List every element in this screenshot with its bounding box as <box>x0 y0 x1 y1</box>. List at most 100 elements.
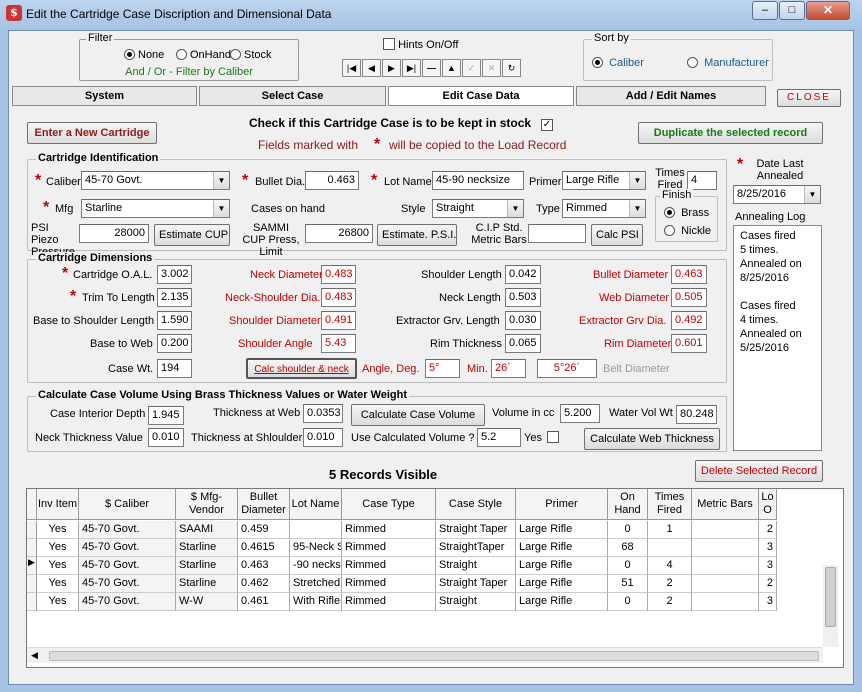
grid-cell-case-style[interactable]: Straight <box>436 557 516 575</box>
grid-cell-caliber[interactable]: 45-70 Govt. <box>79 521 176 539</box>
grid-cell-mfg-vendor[interactable]: Starline <box>176 575 238 593</box>
case-weight-input[interactable]: 194 <box>157 359 192 378</box>
filter-none-radio[interactable]: None <box>124 49 164 61</box>
annealing-log-memo[interactable]: Cases fired 5 times. Annealed on 8/25/2016 C… <box>733 225 822 451</box>
grid-cell-bullet-diameter[interactable]: 0.463 <box>238 557 290 575</box>
close-button[interactable]: CLOSE <box>777 89 841 107</box>
grid-cell-primer[interactable]: Large Rifle <box>516 539 608 557</box>
bullet-dia-input[interactable]: 0.463 <box>305 171 359 190</box>
grid-cell-primer[interactable]: Large Rifle <box>516 575 608 593</box>
grid-cell-on-hand[interactable]: 0 <box>608 521 648 539</box>
grid-cell-primer[interactable]: Large Rifle <box>516 521 608 539</box>
maximize-button[interactable]: □ <box>779 1 805 20</box>
date-annealed-select[interactable]: 8/25/2016 ▼ <box>733 185 821 204</box>
grid-header-case-type[interactable]: Case Type <box>342 489 436 520</box>
calc-shoulder-neck-button[interactable]: Calc shoulder & neck <box>246 358 357 379</box>
grid-cell-metric-bars[interactable] <box>692 557 759 575</box>
grid-cell-inv-item[interactable]: Yes <box>37 539 79 557</box>
grid-cell-case-type[interactable]: Rimmed <box>342 521 436 539</box>
angle-dms-input[interactable]: 5°26´ <box>537 359 597 378</box>
trim-length-input[interactable]: 2.135 <box>157 288 192 307</box>
vertical-scrollbar[interactable] <box>823 565 838 647</box>
vertical-scroll-thumb[interactable] <box>825 567 836 627</box>
grid-cell-case-style[interactable]: Straight <box>436 593 516 611</box>
row-indicator[interactable] <box>27 575 37 593</box>
use-calc-volume-checkbox[interactable] <box>547 431 559 444</box>
water-vol-wt-input[interactable]: 80.248 <box>676 405 717 424</box>
thickness-at-web-input[interactable]: 0.0353 <box>303 404 343 423</box>
first-record-button[interactable]: |◀ <box>342 59 361 77</box>
shoulder-angle-input[interactable]: 5.43 <box>321 334 356 353</box>
grid-cell-on-hand[interactable]: 0 <box>608 593 648 611</box>
grid-cell-lot-name[interactable]: With Rifle <box>290 593 342 611</box>
grid-cell-times-fired[interactable]: 4 <box>648 557 692 575</box>
grid-cell-on-hand[interactable]: 0 <box>608 557 648 575</box>
grid-header-bullet-diameter[interactable]: Bullet Diameter <box>238 489 290 520</box>
neck-shoulder-dia-input[interactable]: 0.483 <box>321 288 356 307</box>
grid-header-primer[interactable]: Primer <box>516 489 608 520</box>
last-record-button[interactable]: ▶| <box>402 59 421 77</box>
neck-thickness-input[interactable]: 0.010 <box>148 428 184 447</box>
times-fired-input[interactable]: 4 <box>687 171 717 190</box>
rim-thickness-input[interactable]: 0.065 <box>505 334 541 353</box>
type-select[interactable]: Rimmed ▼ <box>562 199 646 218</box>
refresh-icon[interactable]: ↻ <box>502 59 521 77</box>
grid-cell-lo[interactable]: 2 <box>759 575 777 593</box>
bullet-diameter-input[interactable]: 0.463 <box>671 265 707 284</box>
lot-name-input[interactable]: 45-90 necksize <box>432 171 524 190</box>
base-to-web-input[interactable]: 0.200 <box>157 334 192 353</box>
angle-deg-input[interactable]: 5° <box>425 359 460 378</box>
grid-cell-mfg-vendor[interactable]: Starline <box>176 539 238 557</box>
grid-cell-metric-bars[interactable] <box>692 521 759 539</box>
filter-onhand-radio[interactable]: OnHand <box>176 49 231 61</box>
finish-brass-radio[interactable]: Brass <box>664 207 709 219</box>
grid-cell-times-fired[interactable] <box>648 539 692 557</box>
horizontal-scrollbar[interactable]: ◀ <box>27 647 823 663</box>
mfg-select[interactable]: Starline ▼ <box>81 199 230 218</box>
thickness-shoulder-input[interactable]: 0.010 <box>303 428 343 447</box>
grid-cell-bullet-diameter[interactable]: 0.462 <box>238 575 290 593</box>
extractor-grv-dia-input[interactable]: 0.492 <box>671 311 707 330</box>
grid-cell-lo[interactable]: 3 <box>759 593 777 611</box>
grid-header-inv-item[interactable]: Inv Item <box>37 489 79 520</box>
grid-cell-mfg-vendor[interactable]: W-W <box>176 593 238 611</box>
grid-cell-lo[interactable]: 2 <box>759 521 777 539</box>
grid-cell-metric-bars[interactable] <box>692 593 759 611</box>
grid-cell-lo[interactable]: 3 <box>759 557 777 575</box>
grid-cell-inv-item[interactable]: Yes <box>37 593 79 611</box>
grid-header-lot-name[interactable]: Lot Name <box>290 489 342 520</box>
grid-cell-metric-bars[interactable] <box>692 575 759 593</box>
base-shoulder-length-input[interactable]: 1.590 <box>157 311 192 330</box>
grid-header-case-style[interactable]: Case Style <box>436 489 516 520</box>
shoulder-diameter-input[interactable]: 0.491 <box>321 311 356 330</box>
volume-cc-input[interactable]: 5.200 <box>560 404 600 423</box>
grid-cell-times-fired[interactable]: 1 <box>648 521 692 539</box>
grid-cell-bullet-diameter[interactable]: 0.461 <box>238 593 290 611</box>
grid-cell-case-type[interactable]: Rimmed <box>342 539 436 557</box>
grid-cell-case-style[interactable]: StraightTaper <box>436 539 516 557</box>
grid-cell-primer[interactable]: Large Rifle <box>516 593 608 611</box>
keep-in-stock-checkbox[interactable]: ✓ <box>541 116 553 131</box>
grid-cell-caliber[interactable]: 45-70 Govt. <box>79 557 176 575</box>
tab-add-edit-names[interactable]: Add / Edit Names <box>576 86 766 106</box>
grid-header-mfg-vendor[interactable]: $ Mfg-Vendor <box>176 489 238 520</box>
row-indicator[interactable] <box>27 539 37 557</box>
estimate-psi-button[interactable]: Estimate. P.S.I. <box>377 224 457 246</box>
psi-pressure-input[interactable]: 28000 <box>79 224 149 243</box>
grid-cell-case-style[interactable]: Straight Taper <box>436 575 516 593</box>
grid-cell-bullet-diameter[interactable]: 0.4615 <box>238 539 290 557</box>
minimize-button[interactable]: – <box>752 1 778 20</box>
finish-nickle-radio[interactable]: Nickle <box>664 225 711 237</box>
estimate-cup-button[interactable]: Estimate CUP <box>154 224 230 246</box>
grid-cell-lo[interactable]: 3 <box>759 539 777 557</box>
grid-cell-metric-bars[interactable] <box>692 539 759 557</box>
grid-cell-on-hand[interactable]: 51 <box>608 575 648 593</box>
grid-cell-inv-item[interactable]: Yes <box>37 557 79 575</box>
sort-manufacturer-radio[interactable]: Manufacturer <box>687 57 769 69</box>
neck-length-input[interactable]: 0.503 <box>505 288 541 307</box>
close-window-button[interactable]: ✕ <box>806 1 850 20</box>
hints-toggle[interactable]: Hints On/Off <box>383 38 458 51</box>
tab-select-case[interactable]: Select Case <box>199 86 386 106</box>
next-record-button[interactable]: ▶ <box>382 59 401 77</box>
sort-caliber-radio[interactable]: Caliber <box>592 57 644 69</box>
